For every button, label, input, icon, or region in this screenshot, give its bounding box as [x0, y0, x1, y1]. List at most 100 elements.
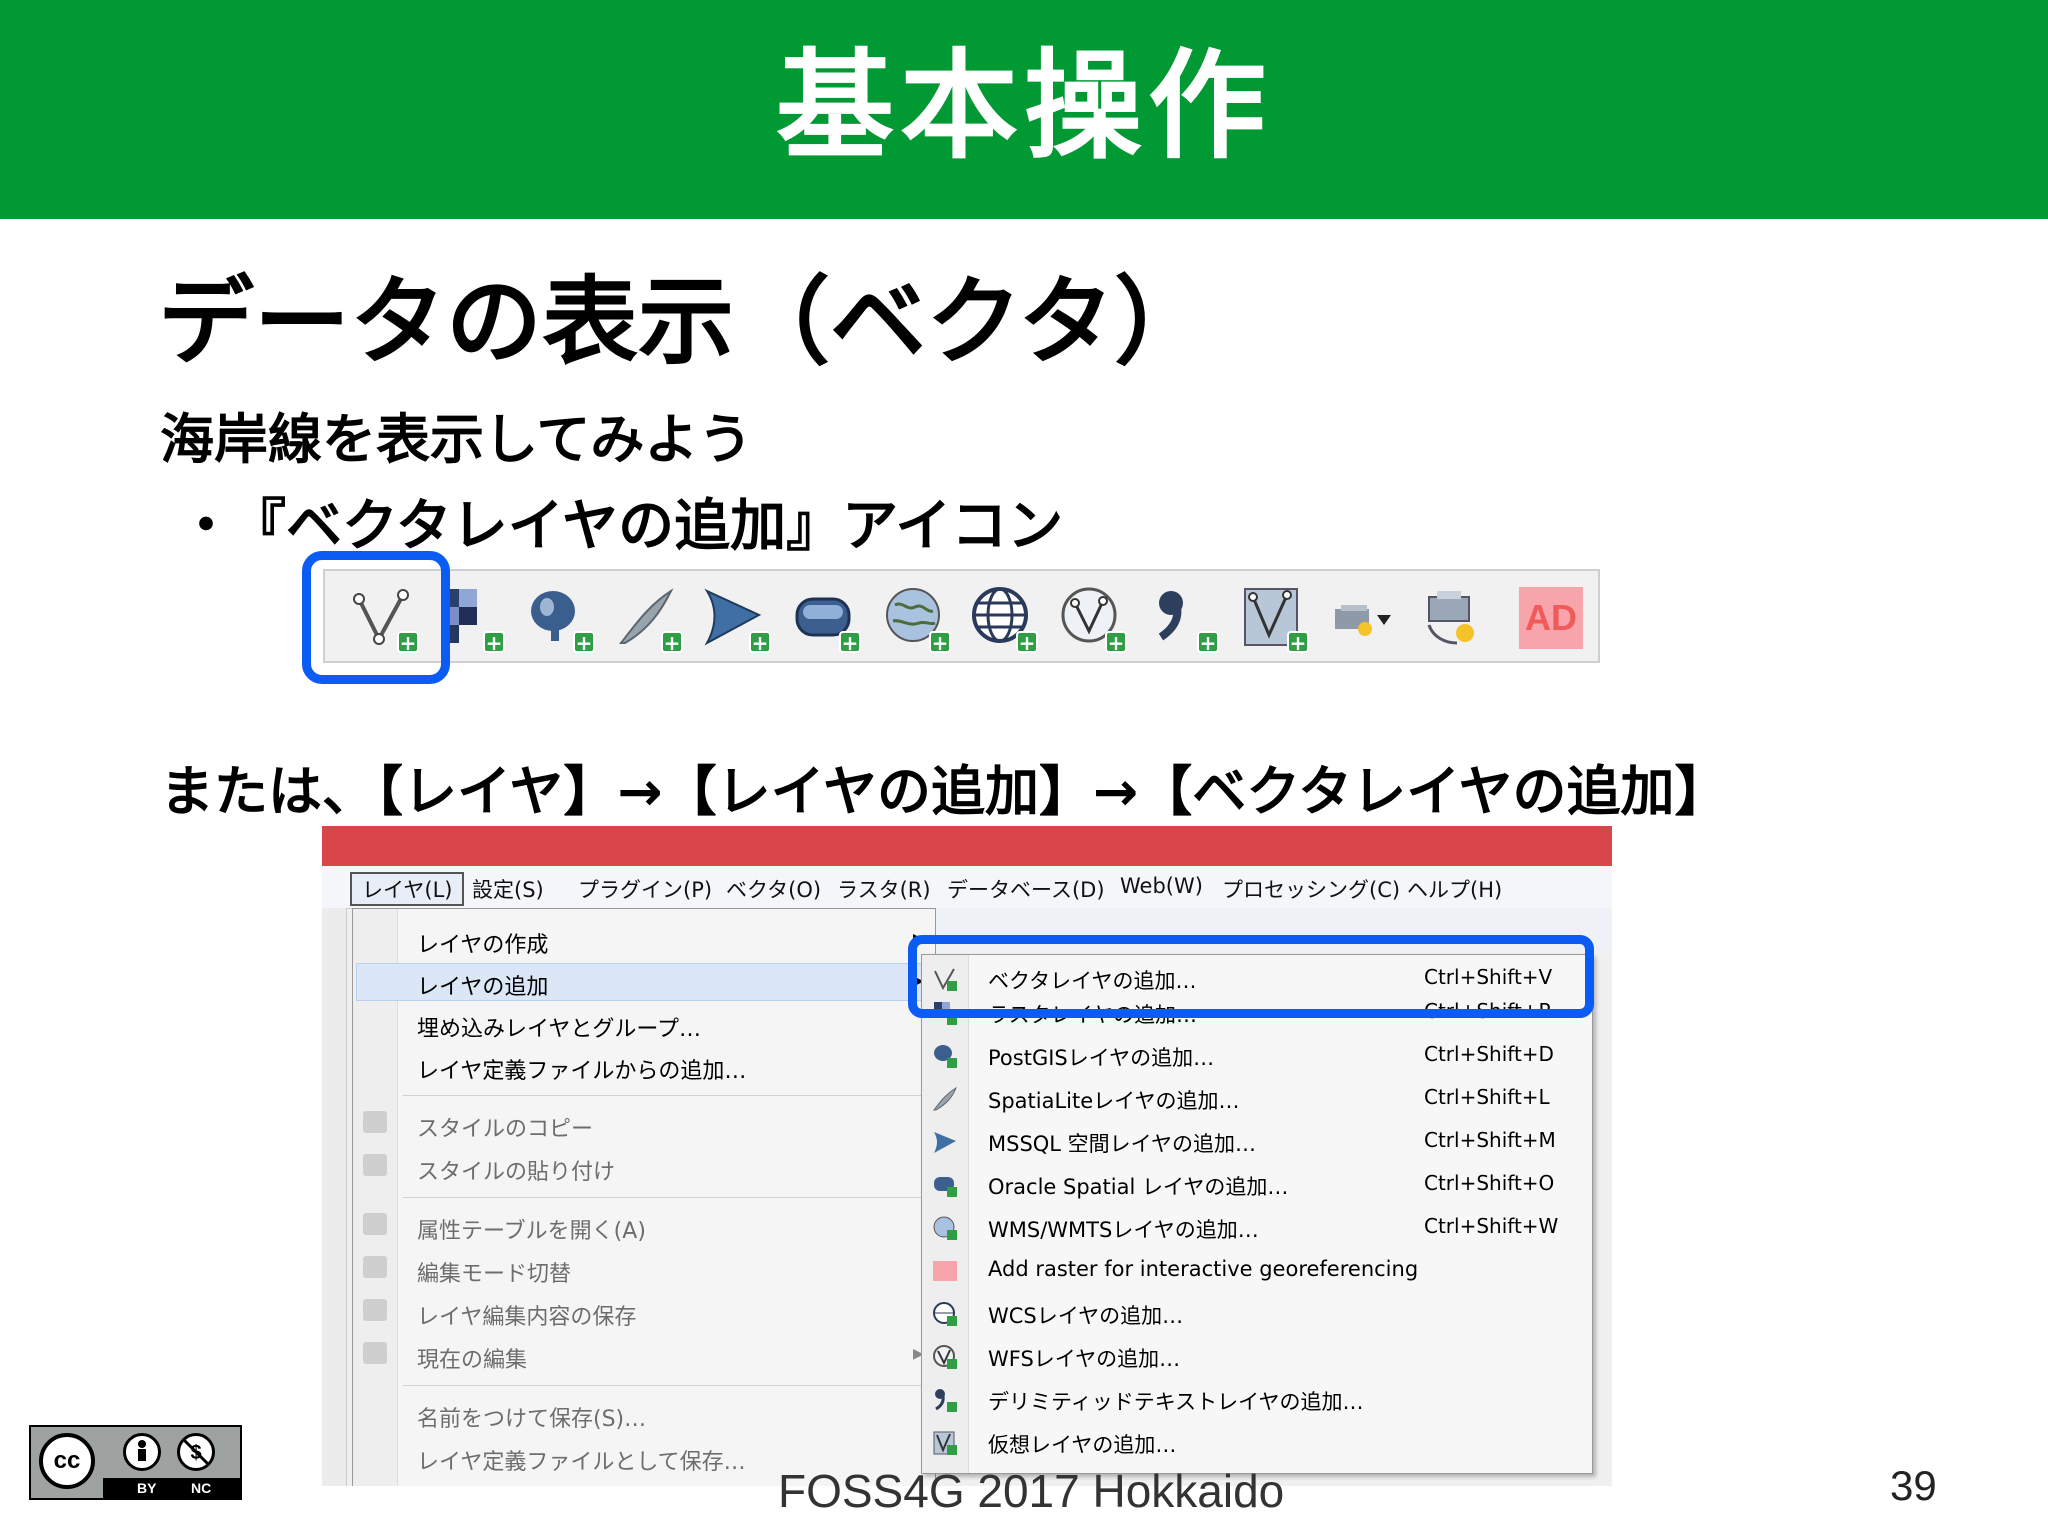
menu-item-add-from-definition[interactable]: レイヤ定義ファイルからの追加…: [417, 1053, 746, 1085]
toolbar-highlight-box: [302, 551, 450, 684]
slide-title: データの表示（ベクタ）: [158, 266, 1211, 378]
add-delimited-text-layer-icon[interactable]: +: [1151, 585, 1219, 653]
bullet-mark: ・: [178, 494, 234, 559]
menu-processing[interactable]: プロセッシング(C): [1222, 874, 1400, 904]
submenu-item-add-wms-layer[interactable]: WMS/WMTSレイヤの追加… Ctrl+Shift+W: [922, 1206, 1594, 1249]
new-layer-dropdown-icon[interactable]: [1331, 585, 1395, 649]
menu-item-copy-style[interactable]: スタイルのコピー: [417, 1111, 593, 1143]
title-bar: 基本操作: [0, 0, 2048, 219]
add-wfs-layer-icon: [933, 1345, 957, 1369]
add-delimited-text-layer-icon: [935, 1389, 957, 1412]
submenu-label: WCSレイヤの追加…: [988, 1304, 1184, 1328]
submenu-shortcut: Ctrl+Shift+O: [1424, 1171, 1555, 1195]
plus-icon: +: [573, 631, 595, 653]
submenu-shortcut: Ctrl+Shift+D: [1424, 1042, 1554, 1066]
menu-web[interactable]: Web(W): [1120, 874, 1203, 898]
add-wms-layer-icon: [933, 1216, 957, 1240]
add-virtual-layer-icon[interactable]: +: [1241, 585, 1309, 653]
menu-item-current-edits[interactable]: 現在の編集: [417, 1342, 527, 1374]
menubar: レイヤ(L) 設定(S) プラグイン(P) ベクタ(O) ラスタ(R) データベ…: [322, 866, 1612, 909]
menu-item-save-as-definition[interactable]: レイヤ定義ファイルとして保存…: [417, 1444, 746, 1476]
submenu-label: Oracle Spatial レイヤの追加…: [988, 1175, 1289, 1199]
submenu-item-add-spatialite-layer[interactable]: SpatiaLiteレイヤの追加… Ctrl+Shift+L: [922, 1077, 1594, 1120]
footer-event-name: FOSS4G 2017 Hokkaido: [778, 1465, 1285, 1517]
by-person-icon: [123, 1433, 161, 1471]
plus-icon: +: [749, 631, 771, 653]
add-mssql-layer-icon[interactable]: +: [703, 585, 771, 653]
plus-icon: +: [483, 631, 505, 653]
menu-item-add-layer[interactable]: レイヤの追加: [417, 969, 548, 1001]
add-postgis-layer-icon[interactable]: +: [527, 585, 595, 653]
menu-item-embed-layers[interactable]: 埋め込みレイヤとグループ…: [417, 1011, 701, 1043]
plus-icon: +: [1016, 631, 1038, 653]
add-wms-layer-icon[interactable]: +: [883, 585, 951, 653]
menu-item-create-layer[interactable]: レイヤの作成: [417, 927, 548, 959]
add-wcs-layer-icon[interactable]: +: [970, 585, 1038, 653]
submenu-item-add-wfs-layer[interactable]: WFSレイヤの追加…: [922, 1335, 1594, 1378]
menu-item-open-attribute-table[interactable]: 属性テーブルを開く(A): [417, 1213, 646, 1245]
qgis-menu-screenshot: レイヤ(L) 設定(S) プラグイン(P) ベクタ(O) ラスタ(R) データベ…: [322, 826, 1612, 1486]
submenu-label: デリミティッドテキストレイヤの追加…: [988, 1390, 1364, 1414]
menu-path-text: または、【レイヤ】→【レイヤの追加】→【ベクタレイヤの追加】: [160, 760, 1729, 823]
submenu-label: Add raster for interactive georeferencin…: [988, 1257, 1419, 1281]
add-virtual-layer-icon: [933, 1431, 957, 1455]
bullet-item: ・『ベクタレイヤの追加』アイコン: [178, 492, 1063, 562]
add-wfs-layer-icon[interactable]: +: [1059, 585, 1127, 653]
menu-help[interactable]: ヘルプ(H): [1407, 874, 1502, 904]
current-edits-icon: [363, 1342, 387, 1364]
nc-dollar-icon: $: [177, 1433, 215, 1471]
copy-style-icon: [363, 1111, 387, 1133]
cc-nc-label: NC: [191, 1480, 212, 1496]
submenu-item-add-wcs-layer[interactable]: WCSレイヤの追加…: [922, 1292, 1594, 1335]
cc-license-badge: cc $ BY NC: [29, 1425, 242, 1500]
menu-layer[interactable]: レイヤ(L): [350, 872, 465, 906]
submenu-highlight-box: [908, 935, 1594, 1018]
menu-settings[interactable]: 設定(S): [472, 874, 544, 904]
layer-toolbar: + + + + + + + + + + + AD: [323, 569, 1600, 663]
add-spatialite-layer-icon: [932, 1086, 958, 1111]
menu-separator: [403, 1385, 928, 1386]
submenu-item-add-virtual-layer[interactable]: 仮想レイヤの追加…: [922, 1421, 1594, 1464]
window-titlebar: [322, 826, 1612, 866]
add-spatialite-layer-icon[interactable]: +: [615, 585, 683, 653]
cc-by-label: BY: [137, 1480, 157, 1496]
submenu-shortcut: Ctrl+Shift+M: [1424, 1128, 1556, 1152]
plus-icon: +: [1197, 631, 1219, 653]
paste-style-icon: [363, 1154, 387, 1176]
menu-raster[interactable]: ラスタ(R): [837, 874, 931, 904]
cc-label-strip: BY NC: [103, 1478, 242, 1498]
submenu-label: 仮想レイヤの追加…: [988, 1433, 1177, 1457]
add-layer-submenu: ベクタレイヤの追加… Ctrl+Shift+V ラスタレイヤの追加… Ctrl+…: [921, 954, 1593, 1474]
cc-icon: cc: [39, 1433, 95, 1489]
page-number: 39: [1890, 1462, 1937, 1509]
bullet-text: 『ベクタレイヤの追加』アイコン: [258, 494, 1064, 559]
attribute-table-icon: [363, 1213, 387, 1235]
menu-item-save-as[interactable]: 名前をつけて保存(S)…: [417, 1401, 646, 1433]
add-raster-georeferencing-icon[interactable]: AD: [1519, 587, 1583, 649]
submenu-shortcut: Ctrl+Shift+W: [1424, 1214, 1559, 1238]
add-wcs-layer-icon: [933, 1302, 957, 1326]
submenu-item-add-mssql-layer[interactable]: MSSQL 空間レイヤの追加… Ctrl+Shift+M: [922, 1120, 1594, 1163]
menu-item-save-edits[interactable]: レイヤ編集内容の保存: [417, 1299, 636, 1331]
menu-item-toggle-editing[interactable]: 編集モード切替: [417, 1256, 571, 1288]
save-edits-icon: [363, 1299, 387, 1321]
new-temporary-layer-icon[interactable]: [1423, 585, 1487, 649]
submenu-item-add-postgis-layer[interactable]: PostGISレイヤの追加… Ctrl+Shift+D: [922, 1034, 1594, 1077]
add-mssql-layer-icon: [934, 1132, 956, 1153]
toggle-editing-icon: [363, 1256, 387, 1278]
plus-icon: +: [661, 631, 683, 653]
submenu-item-add-oracle-layer[interactable]: Oracle Spatial レイヤの追加… Ctrl+Shift+O: [922, 1163, 1594, 1206]
submenu-label: MSSQL 空間レイヤの追加…: [988, 1132, 1257, 1156]
menu-separator: [403, 1095, 928, 1096]
layer-menu: レイヤの作成 ▶ レイヤの追加 ▶ 埋め込みレイヤとグループ… レイヤ定義ファイ…: [352, 908, 936, 1486]
menu-vector[interactable]: ベクタ(O): [726, 874, 821, 904]
submenu-item-add-delimited-text-layer[interactable]: デリミティッドテキストレイヤの追加…: [922, 1378, 1594, 1421]
menu-database[interactable]: データベース(D): [947, 874, 1105, 904]
submenu-item-add-raster-georeferencing[interactable]: Add raster for interactive georeferencin…: [922, 1249, 1594, 1292]
plus-icon: +: [1287, 631, 1309, 653]
menu-plugins[interactable]: プラグイン(P): [578, 874, 712, 904]
menu-item-paste-style[interactable]: スタイルの貼り付け: [417, 1154, 615, 1186]
add-oracle-layer-icon[interactable]: +: [793, 585, 861, 653]
plus-icon: +: [929, 631, 951, 653]
submenu-label: WFSレイヤの追加…: [988, 1347, 1181, 1371]
